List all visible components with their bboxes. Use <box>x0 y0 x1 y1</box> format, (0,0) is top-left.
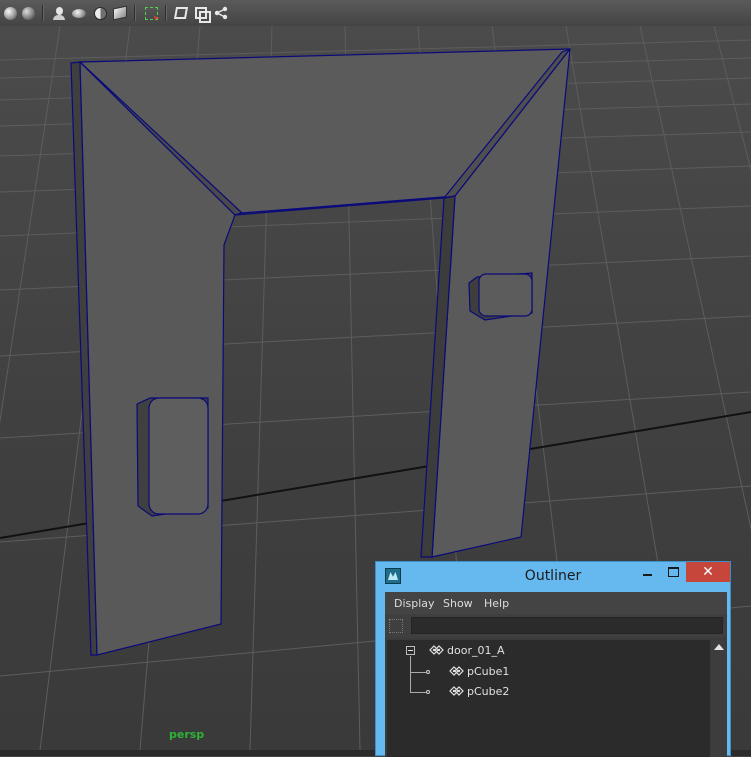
share-icon[interactable] <box>213 5 229 21</box>
tree-connector <box>410 656 411 692</box>
menu-help[interactable]: Help <box>484 597 509 610</box>
scroll-up-icon[interactable] <box>714 644 724 650</box>
wireframe-sphere-icon[interactable] <box>20 5 36 21</box>
collapse-toggle[interactable] <box>406 646 415 655</box>
lighting-bust-icon[interactable] <box>51 5 67 21</box>
viewport-toolbar <box>0 0 751 27</box>
menu-show[interactable]: Show <box>443 597 473 610</box>
mesh-icon <box>449 686 464 696</box>
select-camera-icon[interactable] <box>143 5 159 21</box>
minimize-icon <box>642 574 652 576</box>
outliner-body: Display Show Help door_01_A pCube1 pCube… <box>385 592 727 757</box>
tree-item-pcube1[interactable]: pCube1 <box>467 662 509 680</box>
close-icon: ✕ <box>702 564 714 580</box>
textured-disc-icon[interactable] <box>71 5 87 21</box>
outliner-menubar: Display Show Help <box>385 592 727 614</box>
minimize-button[interactable] <box>634 562 660 582</box>
group-transform-icon <box>429 645 444 655</box>
frames-icon[interactable] <box>193 5 211 23</box>
toolbar-separator <box>165 5 166 21</box>
tree-item-door-01-a[interactable]: door_01_A <box>447 641 505 659</box>
smooth-shade-sphere-icon[interactable] <box>2 5 18 21</box>
tree-connector <box>410 692 426 693</box>
outliner-search-row <box>385 614 727 638</box>
right-handle-block <box>468 272 533 321</box>
maximize-button[interactable] <box>660 562 686 582</box>
toolbar-separator <box>42 5 43 21</box>
outliner-window[interactable]: Outliner ✕ Display Show Help door_01_A p… <box>375 561 731 757</box>
tree-node-dot <box>426 670 430 674</box>
camera-label: persp <box>169 728 205 741</box>
menu-display[interactable]: Display <box>394 597 435 610</box>
mesh-icon <box>449 666 464 676</box>
tree-item-pcube2[interactable]: pCube2 <box>467 682 509 700</box>
outliner-tree[interactable]: door_01_A pCube1 pCube2 <box>387 640 710 757</box>
isolate-box-icon[interactable] <box>173 5 189 21</box>
tree-connector <box>410 672 426 673</box>
tree-node-dot <box>426 690 430 694</box>
cubes-icon[interactable] <box>112 5 128 21</box>
outliner-titlebar[interactable]: Outliner ✕ <box>376 562 730 589</box>
outliner-scrollbar[interactable] <box>711 640 727 757</box>
toolbar-separator <box>134 5 135 21</box>
half-shade-sphere-icon[interactable] <box>92 5 108 21</box>
maximize-icon <box>667 567 679 577</box>
left-handle-block <box>136 397 209 517</box>
close-button[interactable]: ✕ <box>686 562 730 582</box>
search-input[interactable] <box>411 617 723 634</box>
filter-icon[interactable] <box>389 619 403 633</box>
